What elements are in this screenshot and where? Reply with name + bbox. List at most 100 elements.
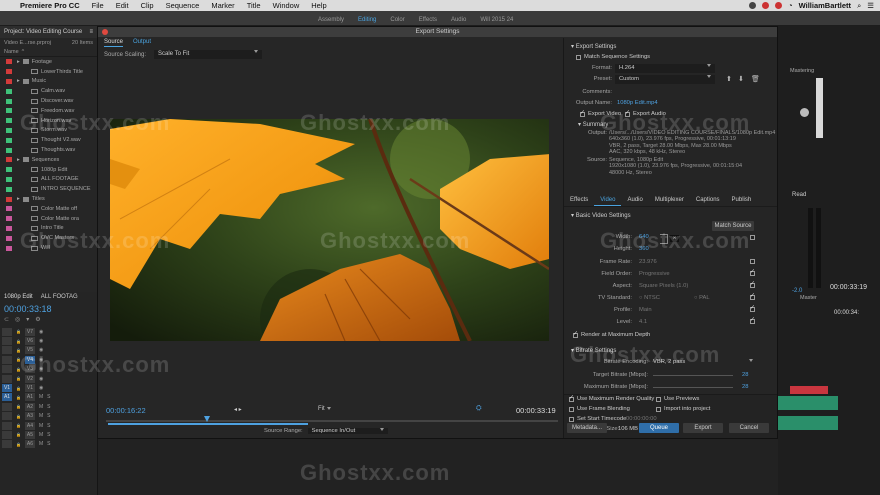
knob-icon[interactable] — [800, 108, 809, 117]
workspace-tab-audio[interactable]: Audio — [451, 17, 466, 23]
program-timecode[interactable]: 00:00:33:19 — [830, 284, 867, 291]
lock-icon[interactable]: 🔒 — [16, 329, 21, 334]
eye-icon[interactable]: ◉ — [39, 347, 43, 353]
mute-button[interactable]: M — [39, 413, 43, 419]
track-header[interactable]: 🔒 A5 M S — [0, 430, 97, 439]
source-scaling-dropdown[interactable]: Scale To Fit — [154, 50, 263, 59]
mute-button[interactable]: M — [39, 441, 43, 447]
tab-output[interactable]: Output — [133, 39, 151, 47]
menu-sequence[interactable]: Sequence — [160, 1, 206, 10]
track-label[interactable]: A5 — [24, 430, 35, 439]
start-timecode-checkbox[interactable] — [569, 417, 574, 422]
label-color-swatch[interactable] — [6, 235, 12, 241]
track-header[interactable]: 🔒 V5 ◉ — [0, 346, 97, 355]
export-settings-heading[interactable]: ▾ Export Settings — [571, 43, 616, 50]
label-color-swatch[interactable] — [6, 137, 12, 143]
search-icon[interactable]: ⌕ — [857, 1, 861, 11]
tab-source[interactable]: Source — [104, 39, 124, 47]
label-color-swatch[interactable] — [6, 59, 12, 65]
tv-standard-match-checkbox[interactable] — [750, 292, 755, 300]
timeline-tab-1080p[interactable]: 1080p Edit — [4, 294, 33, 300]
work-area-bar[interactable] — [108, 423, 308, 425]
solo-button[interactable]: S — [47, 413, 50, 419]
label-color-swatch[interactable] — [6, 176, 12, 182]
tab-effects[interactable]: Effects — [564, 195, 594, 206]
disclosure-triangle-icon[interactable]: ▸ — [17, 78, 20, 84]
level-value[interactable]: 4.1 — [639, 319, 647, 325]
export-audio-checkbox[interactable] — [625, 109, 630, 117]
track-header[interactable]: 🔒 A3 M S — [0, 412, 97, 421]
workspace-tab-color[interactable]: Color — [390, 17, 404, 23]
frame-blending-checkbox[interactable] — [569, 407, 574, 412]
project-title[interactable]: Project: Video Editing Course — [4, 29, 82, 35]
app-menu[interactable]: Premiere Pro CC — [14, 1, 86, 10]
project-item[interactable]: Thought V2.wav — [0, 135, 97, 145]
delete-preset-icon[interactable]: 🗑 — [751, 75, 760, 83]
track-label[interactable]: V1 — [24, 384, 35, 393]
label-color-swatch[interactable] — [6, 69, 12, 75]
project-item[interactable]: Will — [0, 243, 97, 253]
aspect-value[interactable]: Square Pixels (1.0) — [639, 283, 688, 289]
lock-icon[interactable]: 🔒 — [16, 386, 21, 391]
project-item[interactable]: Thoughts.wav — [0, 145, 97, 155]
track-target[interactable] — [2, 365, 12, 374]
project-item[interactable]: Calm.wav — [0, 86, 97, 96]
track-target[interactable] — [2, 355, 12, 364]
workspace-tab-effects[interactable]: Effects — [419, 17, 437, 23]
panel-menu-icon[interactable]: ≡ — [89, 29, 93, 35]
column-header-name[interactable]: Name ^ — [0, 48, 97, 57]
eye-icon[interactable]: ◉ — [39, 338, 43, 344]
label-color-swatch[interactable] — [6, 225, 12, 231]
label-color-swatch[interactable] — [6, 127, 12, 133]
tab-video[interactable]: Video — [594, 195, 622, 206]
label-color-swatch[interactable] — [6, 216, 12, 222]
metadata-button[interactable]: Metadata... — [567, 423, 607, 433]
workspace-tab-custom[interactable]: Will 2015 24 — [480, 17, 513, 23]
close-icon[interactable] — [102, 29, 108, 35]
disclosure-triangle-icon[interactable]: ▸ — [17, 196, 20, 202]
linked-icon[interactable]: ◎ — [15, 316, 20, 323]
aspect-match-checkbox[interactable] — [750, 280, 755, 288]
menu-clip[interactable]: Clip — [135, 1, 160, 10]
eye-icon[interactable]: ◉ — [39, 357, 43, 363]
level-match-checkbox[interactable] — [750, 316, 755, 324]
track-label[interactable]: V3 — [24, 365, 35, 374]
status-icon[interactable] — [762, 2, 770, 9]
max-bitrate-value[interactable]: 28 — [742, 384, 748, 390]
track-target[interactable] — [2, 337, 12, 346]
track-target[interactable] — [2, 430, 12, 439]
project-item[interactable]: Color Matte ora — [0, 214, 97, 224]
comments-field[interactable] — [615, 88, 765, 96]
label-color-swatch[interactable] — [6, 147, 12, 153]
solo-button[interactable]: S — [47, 432, 50, 438]
track-label[interactable]: A2 — [24, 402, 35, 411]
label-color-swatch[interactable] — [6, 78, 12, 84]
track-label[interactable]: V5 — [24, 346, 35, 355]
width-match-checkbox[interactable] — [750, 235, 755, 240]
timeline-timecode[interactable]: 00:00:33:18 — [0, 302, 97, 316]
field-order-match-checkbox[interactable] — [750, 268, 755, 276]
match-source-button[interactable]: Match Source — [712, 221, 754, 231]
track-label[interactable]: V4 — [24, 355, 35, 364]
track-target[interactable] — [2, 346, 12, 355]
project-item[interactable]: Discover.wav — [0, 96, 97, 106]
max-render-quality-checkbox[interactable] — [569, 394, 574, 402]
user-name[interactable]: WilliamBartlett — [799, 1, 851, 10]
mute-button[interactable]: M — [39, 404, 43, 410]
height-value[interactable]: 360 — [639, 246, 649, 252]
lock-icon[interactable]: 🔒 — [16, 339, 21, 344]
width-value[interactable]: 640 — [639, 234, 649, 240]
track-header[interactable]: 🔒 V6 ◉ — [0, 336, 97, 346]
label-color-swatch[interactable] — [6, 98, 12, 104]
track-header[interactable]: A1 🔒 A1 M S — [0, 393, 97, 402]
export-button[interactable]: Export — [683, 423, 723, 433]
lock-icon[interactable]: 🔒 — [16, 367, 21, 372]
project-item[interactable]: Storm.wav — [0, 126, 97, 136]
project-item[interactable]: Intro Title — [0, 224, 97, 234]
target-bitrate-value[interactable]: 28 — [742, 372, 748, 378]
export-video-checkbox[interactable] — [580, 109, 585, 117]
track-label[interactable]: A6 — [24, 440, 35, 449]
lock-icon[interactable]: 🔒 — [16, 348, 21, 353]
format-dropdown[interactable]: H.264 — [615, 64, 715, 73]
label-color-swatch[interactable] — [6, 186, 12, 192]
